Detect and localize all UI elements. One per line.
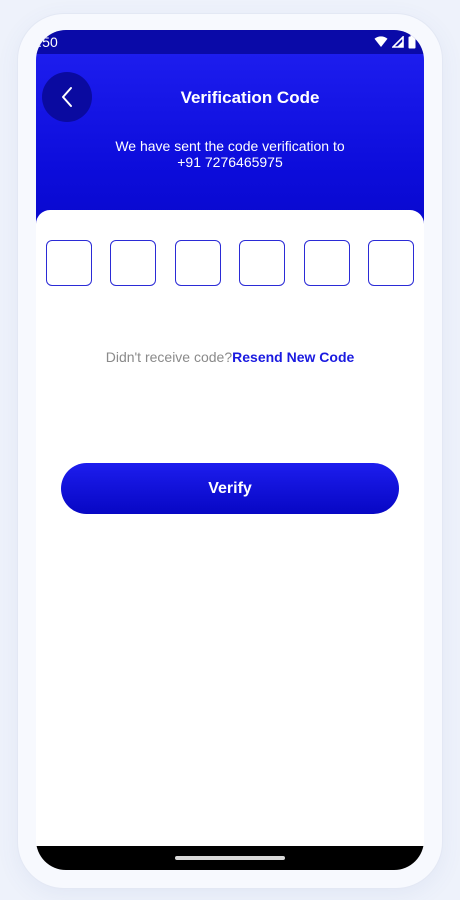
otp-digit-5[interactable] <box>303 240 350 286</box>
home-indicator[interactable] <box>175 856 285 860</box>
status-icons <box>374 35 416 49</box>
resend-row: Didn't receive code?Resend New Code <box>36 349 424 365</box>
page-title: Verification Code <box>180 88 320 107</box>
subtitle-line-1: We have sent the code verification to <box>115 138 345 154</box>
otp-digit-6[interactable] <box>367 240 414 286</box>
otp-digit-3[interactable] <box>174 240 221 286</box>
otp-input-row <box>46 240 414 286</box>
otp-digit-2[interactable] <box>110 240 157 286</box>
wifi-icon <box>374 36 388 47</box>
verify-button[interactable]: Verify <box>61 463 399 514</box>
resend-code-link[interactable]: Resend New Code <box>232 349 354 365</box>
status-bar: 8:50 <box>36 30 424 54</box>
phone-screen: 8:50 Verification Code We have sent the … <box>36 30 424 870</box>
status-time: 8:50 <box>36 34 59 50</box>
content-card: Didn't receive code?Resend New Code Veri… <box>36 210 424 850</box>
phone-number: +91 7276465975 <box>177 154 283 170</box>
resend-prompt: Didn't receive code? <box>105 349 233 365</box>
otp-digit-1[interactable] <box>46 240 92 286</box>
verification-subtitle: We have sent the code verification to +9… <box>36 138 424 170</box>
navigation-bar <box>36 846 424 870</box>
signal-icon <box>392 36 404 48</box>
otp-digit-4[interactable] <box>239 240 286 286</box>
battery-icon <box>408 35 416 49</box>
